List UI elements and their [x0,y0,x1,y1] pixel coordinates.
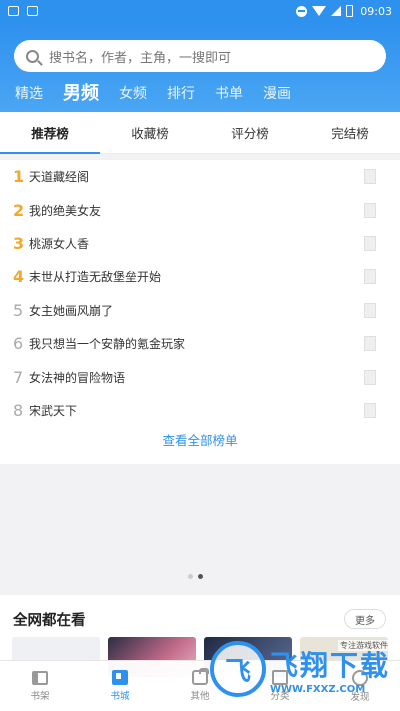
rank-item[interactable]: 5 女主她画风崩了 [0,294,400,327]
bookstore-icon [112,670,128,685]
rank-number: 8 [13,400,24,420]
rank-number: 2 [13,200,25,220]
book-thumbnail [364,269,376,285]
search-icon [26,49,39,63]
rank-title: 桃源女人香 [29,236,90,251]
rank-tab-recommend[interactable]: 推荐榜 [0,112,100,154]
rank-item[interactable]: 6 我只想当一个安静的氪金玩家 [0,327,400,360]
other-icon [192,668,209,685]
book-thumbnail [364,235,376,251]
channel-tab-booklist[interactable]: 书单 [215,83,243,103]
category-icon [272,670,288,685]
book-thumbnail [364,336,376,352]
search-bar[interactable]: 搜书名，作者，主角，一搜即可 [14,40,386,72]
rank-number: 5 [13,300,24,320]
book-thumbnail [364,202,376,218]
discover-icon [352,669,368,686]
nav-category[interactable]: 分类 [240,661,320,711]
nav-other[interactable]: 其他 [160,661,240,711]
channel-tab-featured[interactable]: 精选 [15,83,43,103]
book-thumbnail [364,169,376,185]
nav-bookshelf[interactable]: 书架 [0,661,80,711]
channel-tab-female[interactable]: 女频 [119,83,147,103]
bottom-nav: 书架 书城 其他 分类 发现 [0,660,400,711]
rank-item[interactable]: 1 天道藏经阁 [0,160,400,193]
rank-item[interactable]: 7 女法神的冒险物语 [0,360,400,393]
header: 搜书名，作者，主角，一搜即可 精选 男频 女频 排行 书单 漫画 [0,22,400,112]
rank-tab-rating[interactable]: 评分榜 [200,112,300,153]
status-bar: 09:03 [0,0,400,22]
section-title: 全网都在看 [13,613,86,629]
signal-icon [331,6,342,16]
book-thumbnail [364,402,376,418]
dnd-icon [296,5,308,17]
rank-number: 6 [13,334,24,354]
rank-number: 3 [13,233,25,253]
rank-number: 1 [13,167,25,187]
battery-icon [346,5,354,17]
view-all-rankings-link[interactable]: 查看全部榜单 [0,430,400,449]
rank-number: 7 [13,367,24,387]
rank-tab-completed[interactable]: 完结榜 [300,112,400,153]
rank-title: 女主她画风崩了 [29,303,114,318]
rank-title: 宋武天下 [29,403,78,418]
book-thumbnail [364,302,376,318]
rank-item[interactable]: 8 宋武天下 [0,394,400,427]
carousel-indicator [188,574,203,579]
nav-bookstore[interactable]: 书城 [80,661,160,711]
search-placeholder: 搜书名，作者，主角，一搜即可 [49,50,232,66]
image-icon [8,6,19,16]
rank-tab-favorites[interactable]: 收藏榜 [100,112,200,153]
rank-list: 1 天道藏经阁 2 我的绝美女友 3 桃源女人香 4 末世从打造无敌堡垒开始 5… [0,160,400,464]
channel-tab-ranking[interactable]: 排行 [167,83,195,103]
wifi-icon [312,6,327,16]
status-time: 09:03 [360,4,392,18]
channel-tab-male[interactable]: 男频 [63,79,99,105]
rank-title: 女法神的冒险物语 [29,370,126,385]
channel-tab-comics[interactable]: 漫画 [263,83,291,103]
channel-tabs: 精选 男频 女频 排行 书单 漫画 [0,78,400,108]
book-thumbnail [364,369,376,385]
app-icon [27,6,38,16]
rank-item[interactable]: 2 我的绝美女友 [0,193,400,226]
rank-title: 末世从打造无敌堡垒开始 [29,270,162,285]
rank-title: 天道藏经阁 [29,170,90,185]
carousel-dot-active[interactable] [198,574,203,579]
bookshelf-icon [32,670,48,685]
carousel-dot[interactable] [188,574,193,579]
rank-title: 我的绝美女友 [29,203,102,218]
nav-discover[interactable]: 发现 [320,661,400,711]
rank-number: 4 [13,267,25,287]
rank-tabs: 推荐榜 收藏榜 评分榜 完结榜 [0,112,400,154]
rank-title: 我只想当一个安静的氪金玩家 [29,337,186,352]
rank-item[interactable]: 3 桃源女人香 [0,227,400,260]
more-button[interactable]: 更多 [344,609,386,629]
rank-item[interactable]: 4 末世从打造无敌堡垒开始 [0,260,400,293]
